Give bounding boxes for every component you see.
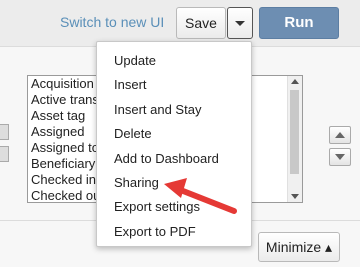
annotation-arrow-icon [164,178,237,214]
